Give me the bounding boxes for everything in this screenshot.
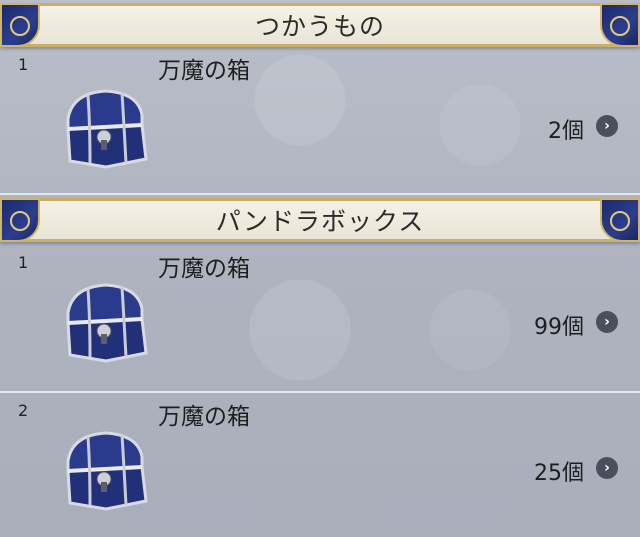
chevron-right-icon[interactable]: › xyxy=(596,115,618,137)
ornament-right-icon xyxy=(600,198,640,242)
item-number: 2 xyxy=(18,401,29,420)
ornament-left-icon xyxy=(0,3,40,47)
section-header-tsukaumono: つかうもの xyxy=(0,3,640,47)
item-count: 99個 xyxy=(534,315,584,340)
ornament-left-icon xyxy=(0,198,40,242)
list-item[interactable]: 1 万魔の箱 99個 › xyxy=(0,245,640,393)
item-count: 25個 xyxy=(534,461,584,486)
item-name: 万魔の箱 xyxy=(158,256,250,282)
treasure-chest-icon xyxy=(66,431,148,511)
item-name: 万魔の箱 xyxy=(158,404,250,430)
item-name: 万魔の箱 xyxy=(158,58,250,84)
list-item[interactable]: 1 万魔の箱 2個 › xyxy=(0,47,640,195)
chevron-right-icon[interactable]: › xyxy=(596,311,618,333)
ornament-right-icon xyxy=(600,3,640,47)
section-title: パンドラボックス xyxy=(215,207,425,236)
treasure-chest-icon xyxy=(66,283,148,363)
item-count: 2個 xyxy=(548,119,584,144)
item-number: 1 xyxy=(18,253,29,272)
item-number: 1 xyxy=(18,55,29,74)
section-title: つかうもの xyxy=(254,12,385,41)
section-header-pandora-box: パンドラボックス xyxy=(0,198,640,242)
list-item[interactable]: 2 万魔の箱 25個 › xyxy=(0,393,640,537)
chevron-right-icon[interactable]: › xyxy=(596,457,618,479)
treasure-chest-icon xyxy=(66,89,148,169)
